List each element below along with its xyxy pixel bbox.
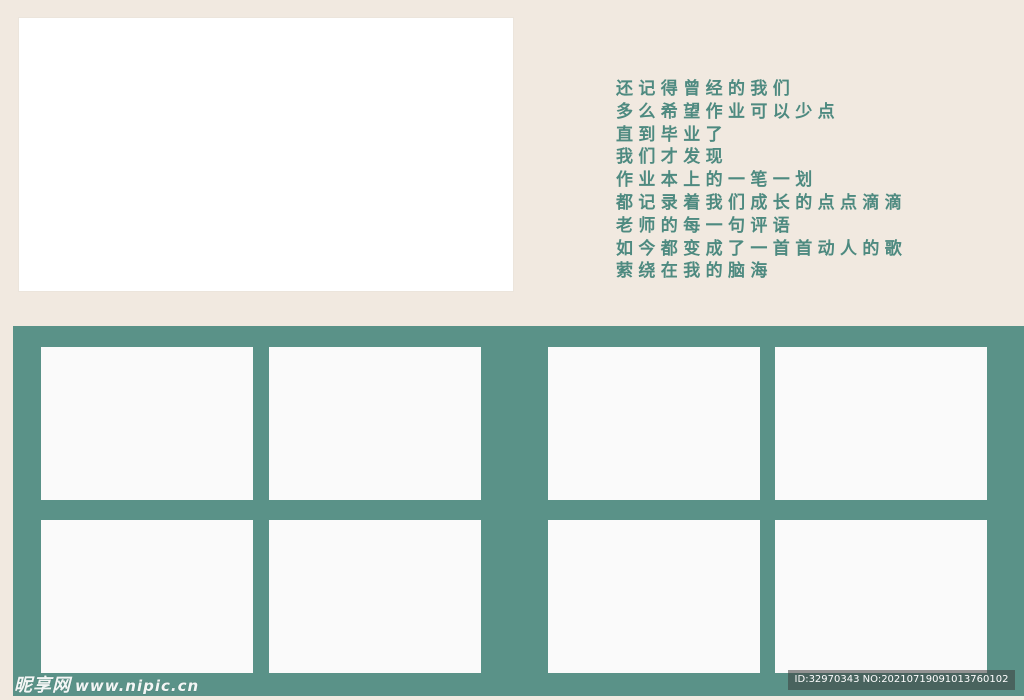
poem-line: 如今都变成了一首首动人的歌	[616, 238, 908, 259]
photo-slot	[41, 347, 253, 500]
poem-line: 直到毕业了	[616, 124, 728, 145]
photo-slot	[269, 520, 481, 673]
watermark-url: www.nipic.cn	[75, 677, 200, 695]
photo-slot	[548, 347, 760, 500]
photo-slot	[548, 520, 760, 673]
watermark-logo: 昵享网 www.nipic.cn	[14, 671, 199, 697]
watermark-id-badge: ID:32970343 NO:20210719091013760102	[788, 670, 1015, 690]
photo-slot	[775, 347, 987, 500]
poem-line: 还记得曾经的我们	[616, 79, 796, 99]
photo-slot	[269, 347, 481, 500]
photo-grid-panel	[13, 326, 1024, 696]
photo-slot	[775, 520, 987, 673]
main-photo-placeholder	[19, 18, 513, 291]
poem-text-block: 还记得曾经的我们 多么希望作业可以少点 直到毕业了 我们才发现 作业本上的一笔一…	[616, 78, 1006, 283]
poem-line: 作业本上的一笔一划	[616, 170, 818, 191]
poem-line: 多么希望作业可以少点	[616, 101, 840, 122]
poem-line: 萦绕在我的脑海	[616, 261, 773, 282]
poem-line: 老师的每一句评语	[616, 215, 796, 236]
poem-line: 都记录着我们成长的点点滴滴	[616, 192, 908, 213]
watermark-logo-text: 昵享网	[14, 675, 71, 696]
poem-line: 我们才发现	[616, 147, 728, 168]
photo-slot	[41, 520, 253, 673]
